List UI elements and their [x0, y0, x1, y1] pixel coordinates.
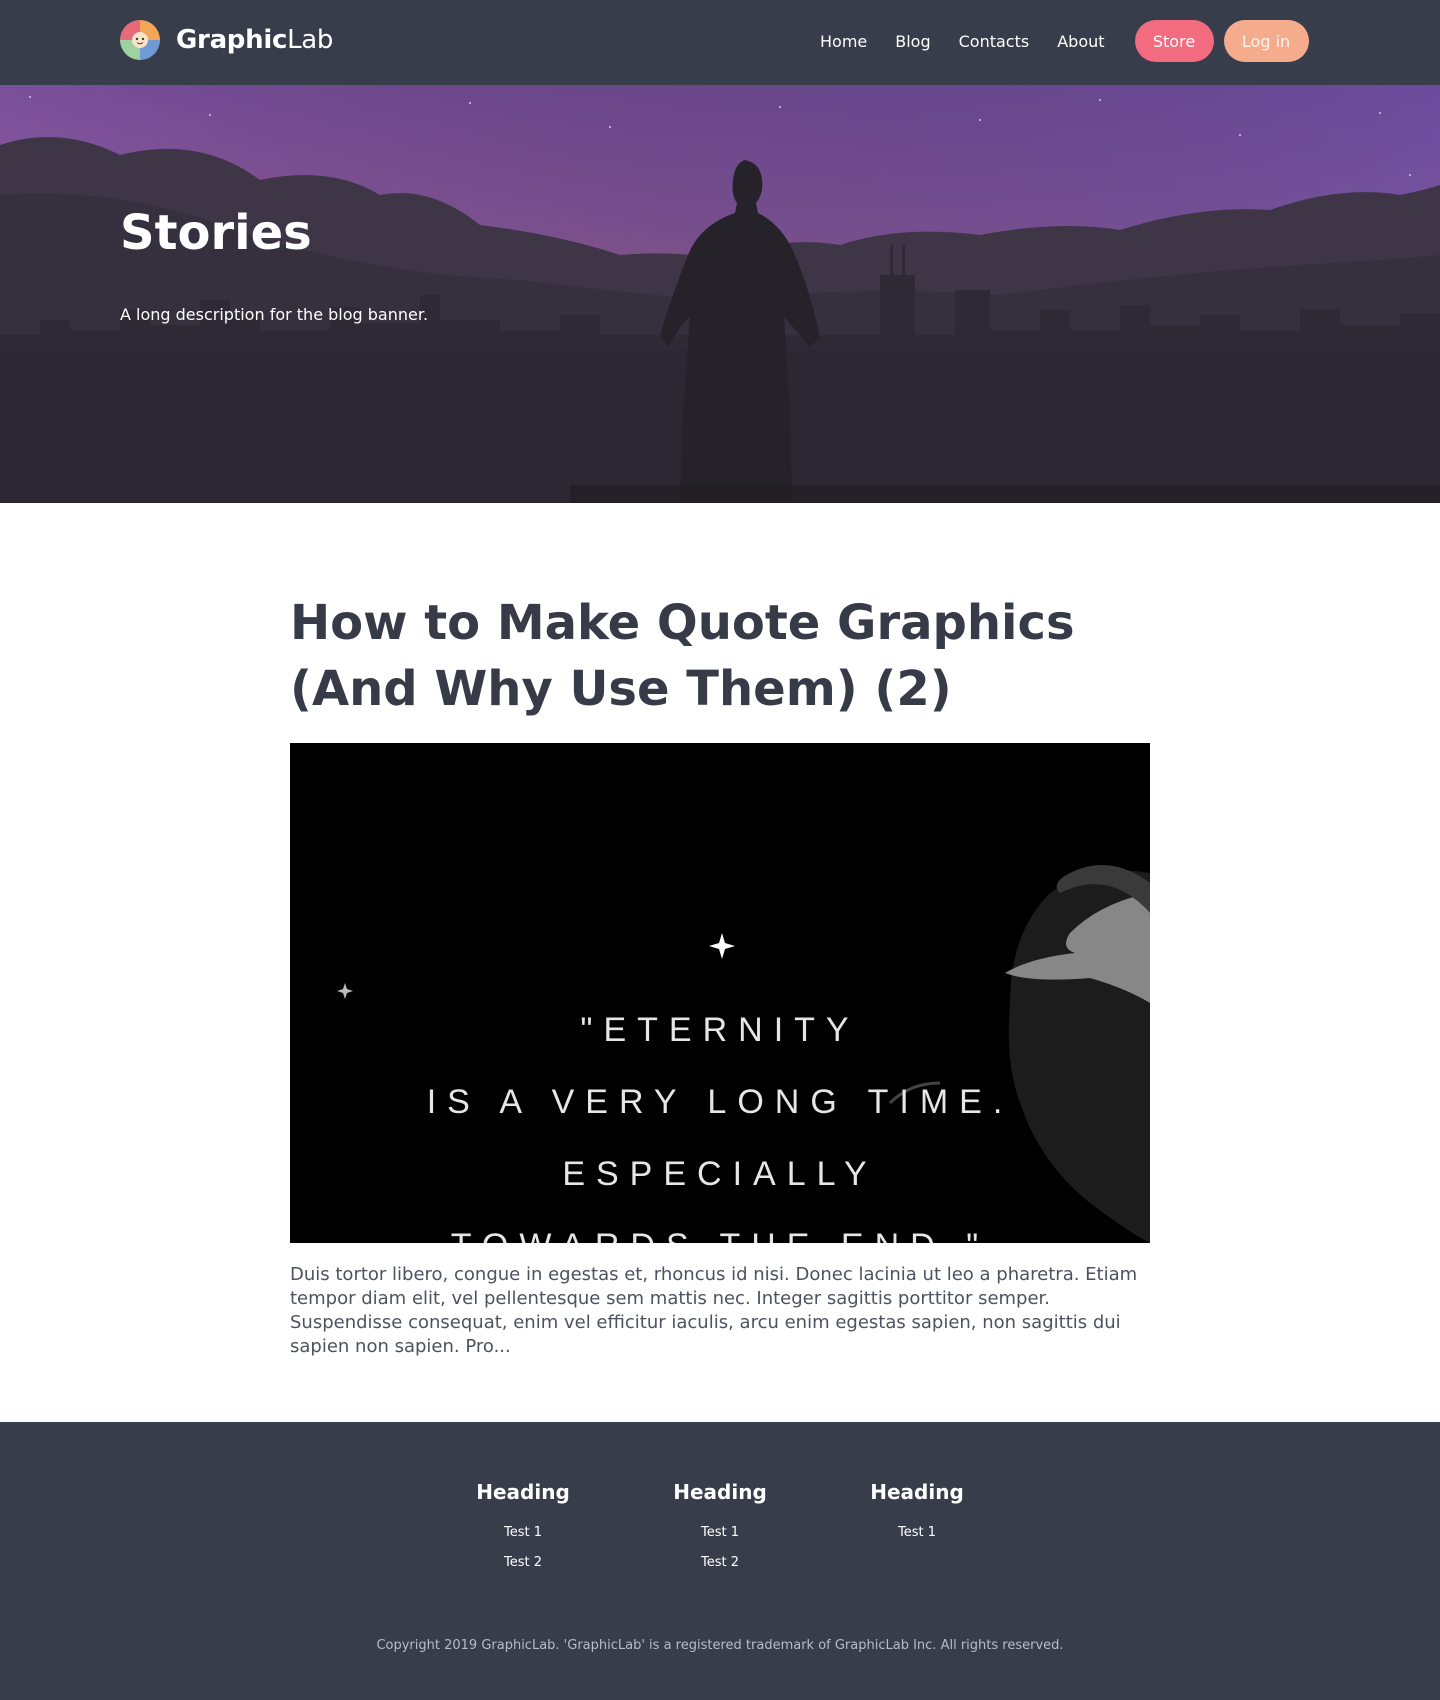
brand-name: GraphicLab	[176, 25, 333, 55]
copyright-notice: Copyright 2019 GraphicLab. 'GraphicLab' …	[376, 1638, 1064, 1653]
quote-line-1: "ETERNITY	[580, 1011, 860, 1049]
quote-line-2: IS A VERY LONG TIME.	[426, 1083, 1014, 1121]
footer-heading: Heading	[870, 1480, 964, 1504]
brand-logo[interactable]: GraphicLab	[120, 20, 333, 60]
footer-link[interactable]: Test 2	[650, 1548, 790, 1578]
top-navigation-bar: GraphicLab Home Blog Contacts About Stor…	[0, 0, 1440, 85]
footer-column: Heading Test 1 Test 2	[650, 1480, 790, 1578]
footer-heading: Heading	[673, 1480, 767, 1504]
post-excerpt: Duis tortor libero, congue in egestas et…	[290, 1264, 1138, 1357]
nav-blog-link[interactable]: Blog	[895, 32, 930, 51]
banner-title: Stories	[120, 205, 312, 261]
nav-home-link[interactable]: Home	[820, 32, 867, 51]
footer-heading: Heading	[476, 1480, 570, 1504]
banner-background-image	[0, 85, 1440, 503]
footer-column: Heading Test 1	[847, 1480, 987, 1548]
store-button[interactable]: Store	[1134, 20, 1214, 62]
nav-about-link[interactable]: About	[1057, 32, 1104, 51]
banner-description: A long description for the blog banner.	[120, 305, 429, 324]
footer-link[interactable]: Test 1	[847, 1518, 987, 1548]
main-nav: Home Blog Contacts About Store Log in	[820, 20, 1309, 62]
graphiclab-logo-icon	[120, 20, 160, 60]
footer-link[interactable]: Test 1	[650, 1518, 790, 1548]
blog-post-card: How to Make Quote Graphics (And Why Use …	[290, 590, 1150, 1357]
login-button[interactable]: Log in	[1223, 20, 1309, 62]
footer-link[interactable]: Test 2	[453, 1548, 593, 1578]
brand-name-light: Lab	[287, 25, 334, 55]
quote-line-3: ESPECIALLY	[562, 1155, 878, 1193]
footer-link[interactable]: Test 1	[453, 1518, 593, 1548]
footer-column: Heading Test 1 Test 2	[453, 1480, 593, 1578]
brand-name-bold: Graphic	[176, 25, 288, 55]
post-featured-image[interactable]: "ETERNITY IS A VERY LONG TIME. ESPECIALL…	[290, 743, 1150, 1243]
quote-line-4: TOWARDS THE END."	[290, 1227, 1150, 1243]
nav-contacts-link[interactable]: Contacts	[959, 32, 1030, 51]
blog-banner: Stories A long description for the blog …	[0, 85, 1440, 503]
site-footer: Heading Test 1 Test 2 Heading Test 1 Tes…	[0, 1422, 1440, 1700]
post-title[interactable]: How to Make Quote Graphics (And Why Use …	[290, 590, 1150, 722]
